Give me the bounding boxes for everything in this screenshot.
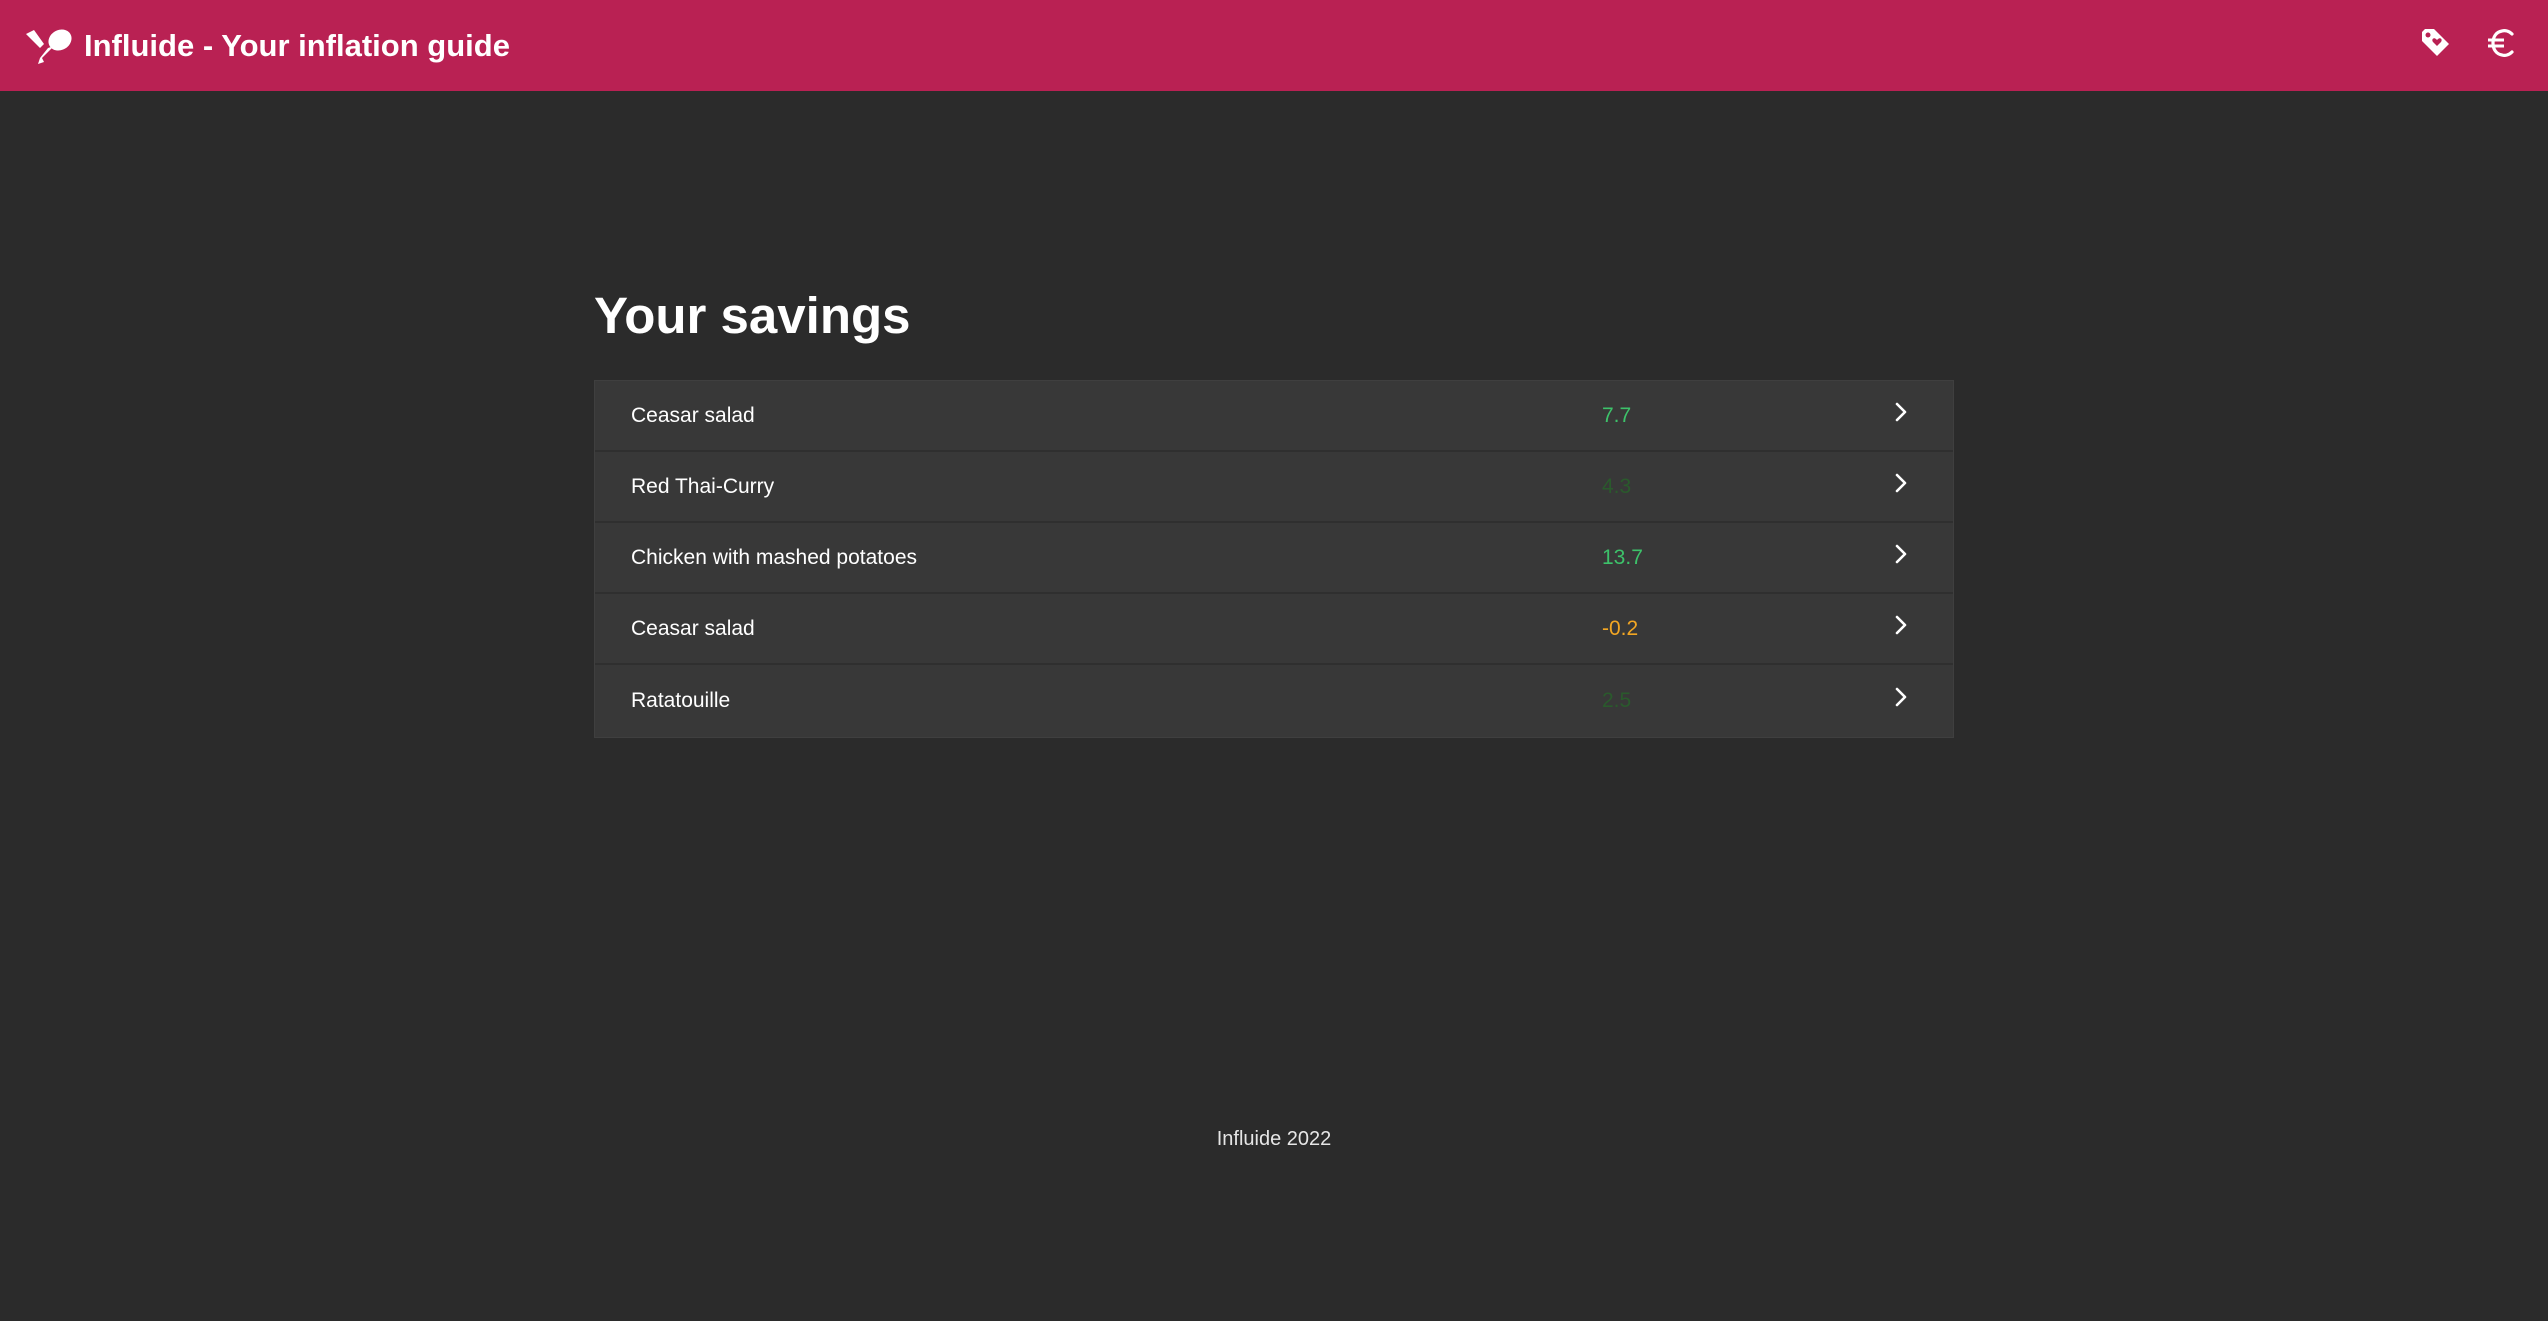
app-header: Influide - Your inflation guide <box>0 0 2548 91</box>
savings-item-value: 2.5 <box>1602 689 1632 712</box>
euro-button[interactable] <box>2480 24 2524 68</box>
savings-item-name: Ceasar salad <box>631 403 755 427</box>
savings-item[interactable]: Ceasar salad 7.7 <box>595 381 1953 452</box>
price-tag-button[interactable] <box>2414 24 2458 68</box>
page-title: Your savings <box>594 287 911 344</box>
savings-item-name: Chicken with mashed potatoes <box>631 545 917 569</box>
app-title: Influide - Your inflation guide <box>84 27 510 63</box>
savings-item-name: Red Thai-Curry <box>631 474 775 498</box>
chevron-right-icon <box>1889 685 1913 709</box>
savings-item-value: 4.3 <box>1602 474 1632 498</box>
main-content: Your savings Ceasar salad 7.7 Red Thai-C… <box>594 280 1954 738</box>
brand[interactable]: Influide - Your inflation guide <box>24 26 510 66</box>
footer-text: Influide 2022 <box>1216 1128 1332 1150</box>
savings-item-value: -0.2 <box>1602 616 1639 640</box>
savings-item[interactable]: Ceasar salad -0.2 <box>595 594 1953 665</box>
header-actions <box>2414 0 2524 91</box>
euro-icon <box>2485 26 2519 65</box>
chicken-leg-icon <box>24 26 74 66</box>
savings-item[interactable]: Chicken with mashed potatoes 13.7 <box>595 523 1953 594</box>
savings-item-name: Ceasar salad <box>631 616 755 640</box>
chevron-right-icon <box>1889 471 1913 495</box>
savings-item[interactable]: Red Thai-Curry 4.3 <box>595 452 1953 523</box>
savings-item-name: Ratatouille <box>631 689 731 712</box>
savings-list: Ceasar salad 7.7 Red Thai-Curry 4.3 Chic… <box>594 380 1954 738</box>
savings-item[interactable]: Ratatouille 2.5 <box>595 665 1953 737</box>
chevron-right-icon <box>1889 400 1913 424</box>
savings-item-value: 13.7 <box>1602 545 1643 569</box>
price-tag-icon <box>2419 26 2453 65</box>
savings-item-value: 7.7 <box>1602 403 1632 427</box>
chevron-right-icon <box>1889 542 1913 566</box>
footer: Influide 2022 <box>0 1128 2548 1151</box>
chevron-right-icon <box>1889 613 1913 637</box>
